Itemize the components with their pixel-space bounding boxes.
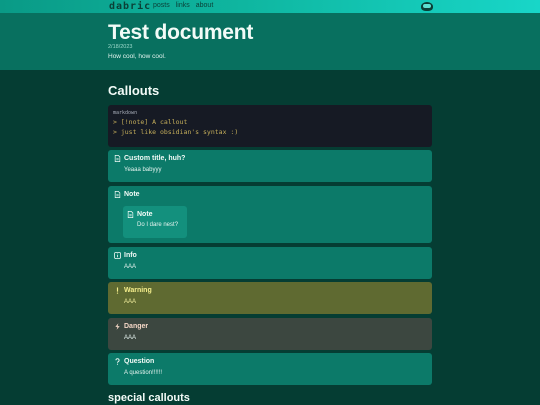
- callout-title: Danger: [124, 323, 149, 330]
- callout-question: Question A question!!!!!!: [108, 353, 432, 385]
- callout-danger: Danger AAA: [108, 318, 432, 350]
- section-heading-callouts: Callouts: [108, 83, 160, 98]
- code-line: > [!note] A callout: [113, 118, 188, 126]
- note-icon: [114, 191, 121, 198]
- callout-title: Question: [124, 358, 155, 365]
- callout-title: Note: [124, 191, 140, 198]
- callout-header: Warning: [114, 287, 426, 294]
- callout-header: Note: [114, 191, 426, 198]
- callout-body: AAA: [124, 264, 137, 270]
- note-icon: [114, 155, 121, 162]
- callout-title: Custom title, huh?: [124, 155, 186, 162]
- page-subtitle: How cool, how cool.: [108, 53, 166, 60]
- callout-title: Note: [137, 211, 153, 218]
- callout-custom: Custom title, huh? Yeaaa babyyy: [108, 150, 432, 182]
- info-icon: [114, 252, 121, 259]
- callout-warning: Warning AAA: [108, 282, 432, 314]
- callout-note-nested: Note Do I dare nest?: [123, 206, 187, 238]
- callout-note: Note Note Do I dare nest?: [108, 186, 432, 243]
- nav-link-posts[interactable]: posts: [153, 2, 170, 9]
- callout-header: Custom title, huh?: [114, 155, 426, 162]
- callout-header: Info: [114, 252, 426, 259]
- callout-title: Warning: [124, 287, 152, 294]
- site-brand[interactable]: dabric: [109, 1, 151, 12]
- callout-body: Yeaaa babyyy: [124, 167, 162, 173]
- callout-title: Info: [124, 252, 137, 259]
- callout-info: Info AAA: [108, 247, 432, 279]
- nav-links: posts links about: [153, 2, 213, 9]
- theme-toggle-icon[interactable]: [421, 2, 433, 11]
- nav-link-links[interactable]: links: [176, 2, 190, 9]
- exclamation-icon: [114, 287, 120, 294]
- callout-body: Do I dare nest?: [137, 222, 179, 228]
- top-navbar: dabric posts links about: [0, 0, 540, 13]
- callout-body: AAA: [124, 335, 137, 341]
- nav-link-about[interactable]: about: [196, 2, 214, 9]
- callout-body: AAA: [124, 299, 137, 305]
- callout-header: Note: [127, 211, 183, 218]
- page-header: Test document 2/18/2023 How cool, how co…: [0, 13, 540, 70]
- question-icon: [114, 358, 120, 365]
- note-icon: [127, 211, 134, 218]
- callout-body: A question!!!!!!: [124, 370, 163, 376]
- section-heading-special-callouts: special callouts: [108, 392, 190, 404]
- code-language-label: markdown: [113, 110, 138, 116]
- code-line: > just like obsidian's syntax :): [113, 128, 239, 136]
- callout-header: Danger: [114, 323, 426, 330]
- lightning-icon: [114, 323, 120, 330]
- callout-header: Question: [114, 358, 426, 365]
- page-title: Test document: [108, 21, 254, 44]
- post-date: 2/18/2023: [108, 44, 133, 50]
- code-block: markdown > [!note] A callout > just like…: [108, 105, 432, 147]
